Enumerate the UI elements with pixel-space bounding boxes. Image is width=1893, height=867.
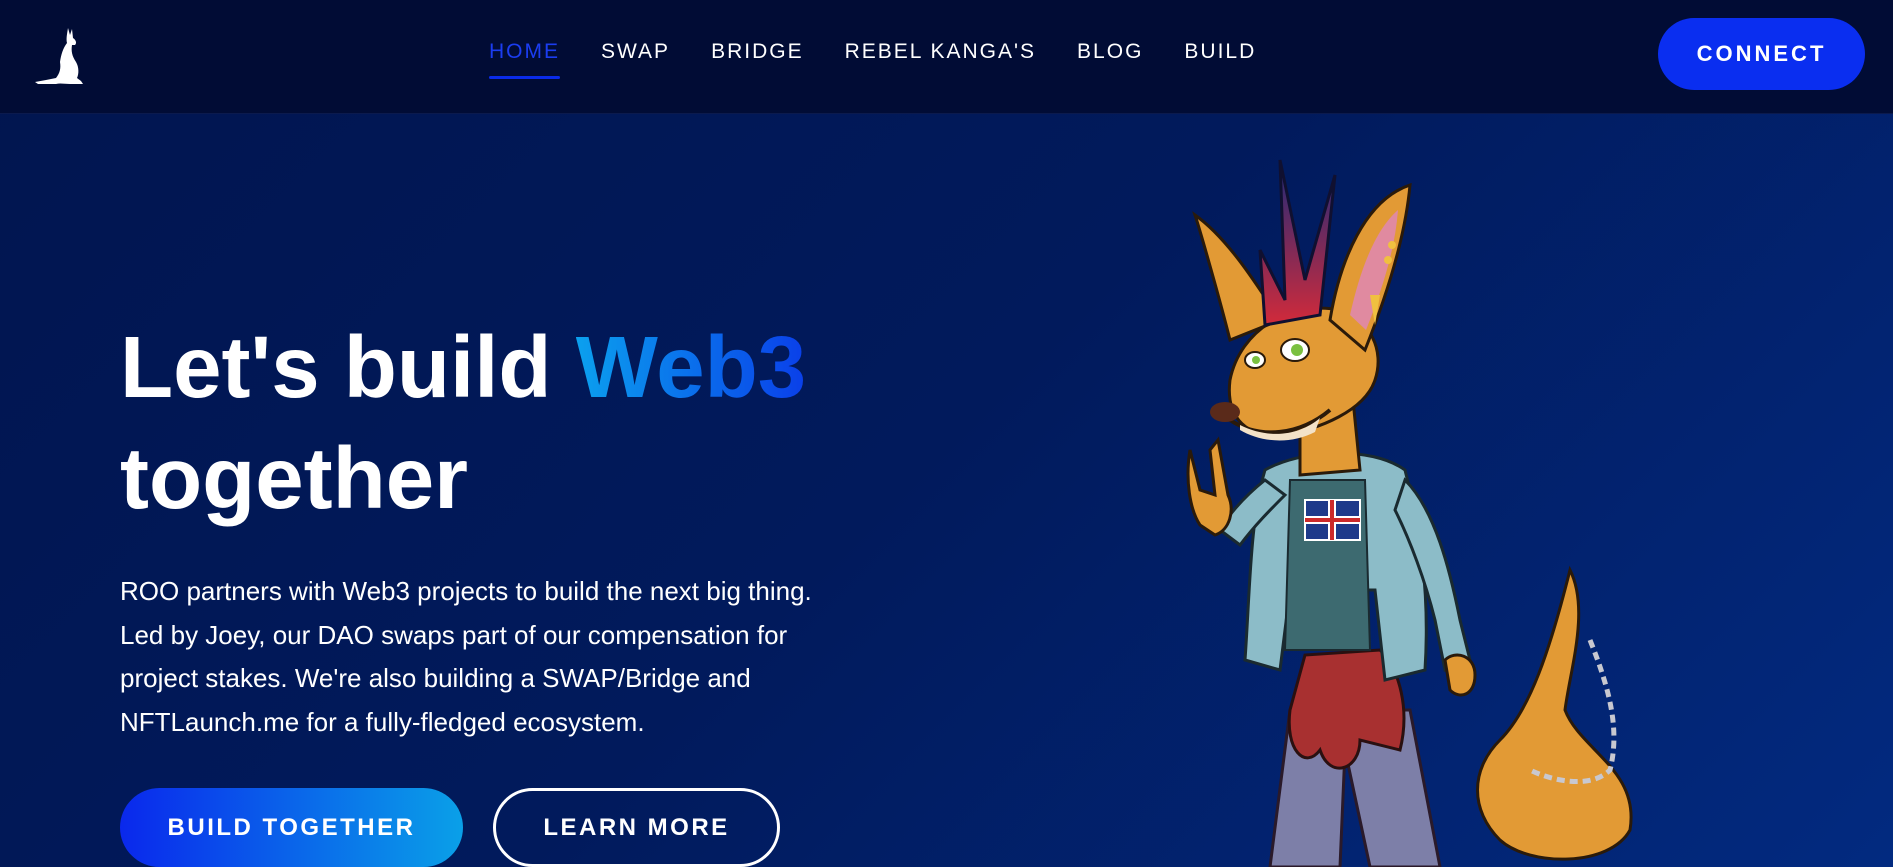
nav-home[interactable]: HOME — [489, 40, 560, 80]
nav-blog[interactable]: BLOG — [1077, 40, 1143, 80]
nav-rebel-kangas[interactable]: REBEL KANGA'S — [845, 40, 1036, 80]
kangaroo-logo-icon[interactable] — [34, 26, 84, 86]
site-header: HOME SWAP BRIDGE REBEL KANGA'S BLOG BUIL… — [0, 0, 1893, 114]
hero-title-accent: Web3 — [575, 319, 807, 416]
hero-description: ROO partners with Web3 projects to build… — [120, 576, 812, 737]
hero-title-part2: together — [120, 430, 468, 527]
punk-kangaroo-mascot — [1186, 159, 1633, 867]
nav-swap[interactable]: SWAP — [601, 40, 670, 80]
main-nav: HOME SWAP BRIDGE REBEL KANGA'S BLOG BUIL… — [489, 40, 1297, 80]
connect-button[interactable]: CONNECT — [1658, 18, 1865, 90]
nav-build[interactable]: BUILD — [1184, 40, 1256, 80]
hero-title: Let's build Web3 together — [120, 312, 920, 534]
learn-more-button[interactable]: LEARN MORE — [493, 788, 780, 867]
build-together-button[interactable]: BUILD TOGETHER — [120, 788, 463, 867]
nav-bridge[interactable]: BRIDGE — [711, 40, 804, 80]
hero-title-part1: Let's build — [120, 319, 576, 416]
